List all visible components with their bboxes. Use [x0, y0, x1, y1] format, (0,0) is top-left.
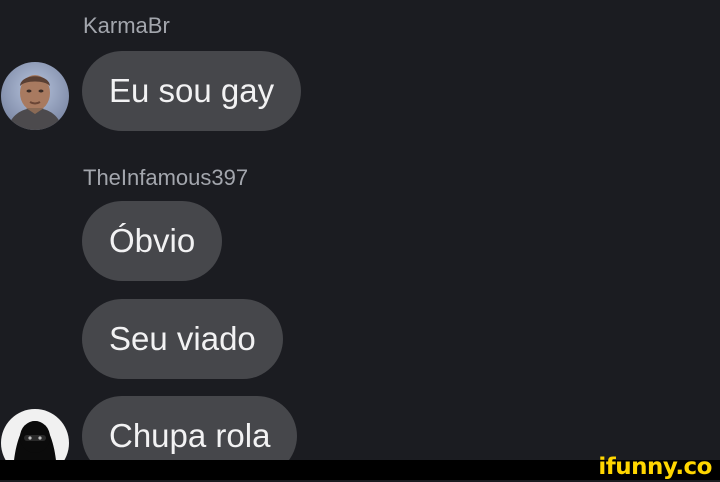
message-bubble[interactable]: Seu viado: [82, 299, 283, 379]
chat-thread: KarmaBr Eu sou gay TheInfamous397 Óbvio …: [0, 0, 720, 460]
message-bubble[interactable]: Eu sou gay: [82, 51, 302, 131]
avatar[interactable]: [1, 62, 69, 130]
balaclava-avatar-icon: [1, 409, 69, 460]
message-bubble[interactable]: Óbvio: [82, 201, 223, 281]
sender-name: KarmaBr: [83, 13, 170, 38]
message-bubble[interactable]: Chupa rola: [82, 396, 298, 460]
gta-character-avatar-icon: [1, 62, 69, 130]
sender-name: TheInfamous397: [83, 165, 249, 190]
avatar[interactable]: [1, 409, 69, 460]
watermark: ifunny.co: [598, 454, 712, 480]
